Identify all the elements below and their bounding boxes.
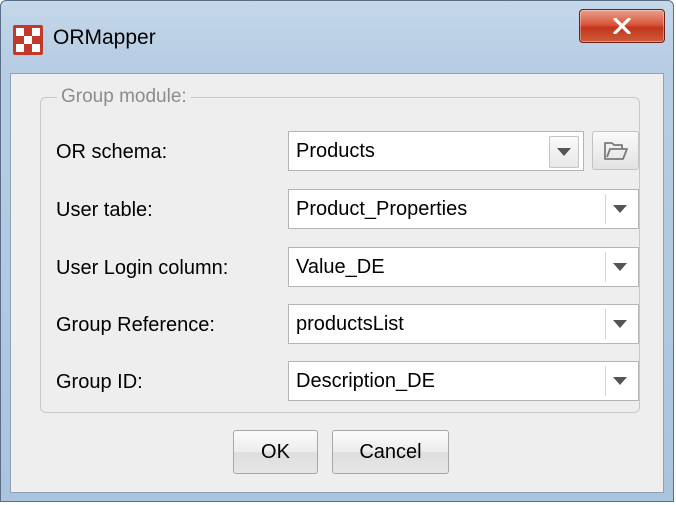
dialog-body: Group module: OR schema: Products User t… bbox=[10, 73, 664, 493]
user-table-value: Product_Properties bbox=[296, 198, 468, 220]
group-id-select[interactable]: Description_DE bbox=[288, 361, 639, 401]
or-schema-value: Products bbox=[296, 140, 375, 162]
or-schema-label: OR schema: bbox=[56, 141, 168, 163]
group-reference-value: productsList bbox=[296, 313, 404, 335]
chevron-down-icon bbox=[557, 148, 571, 156]
group-id-value: Description_DE bbox=[296, 370, 435, 392]
chevron-down-icon bbox=[613, 320, 627, 328]
group-id-label: Group ID: bbox=[56, 371, 143, 393]
window-title: ORMapper bbox=[53, 26, 156, 49]
close-icon bbox=[613, 18, 631, 34]
user-table-label: User table: bbox=[56, 199, 153, 221]
group-legend: Group module: bbox=[57, 86, 191, 108]
ok-button[interactable]: OK bbox=[233, 430, 318, 474]
chevron-down-icon bbox=[613, 377, 627, 385]
group-reference-select[interactable]: productsList bbox=[288, 304, 639, 344]
user-login-column-dropdown-button[interactable] bbox=[605, 252, 634, 282]
user-login-column-label: User Login column: bbox=[56, 257, 229, 279]
app-logo-icon bbox=[13, 25, 43, 55]
group-reference-dropdown-button[interactable] bbox=[605, 309, 634, 339]
user-login-column-select[interactable]: Value_DE bbox=[288, 247, 639, 287]
chevron-down-icon bbox=[613, 205, 627, 213]
user-table-select[interactable]: Product_Properties bbox=[288, 189, 639, 229]
cancel-button[interactable]: Cancel bbox=[332, 430, 449, 474]
browse-schema-button[interactable] bbox=[592, 131, 639, 170]
group-id-dropdown-button[interactable] bbox=[605, 366, 634, 396]
group-reference-label: Group Reference: bbox=[56, 314, 215, 336]
or-schema-select[interactable]: Products bbox=[288, 131, 584, 171]
user-login-column-value: Value_DE bbox=[296, 256, 385, 278]
user-table-dropdown-button[interactable] bbox=[605, 194, 634, 224]
or-schema-dropdown-button[interactable] bbox=[549, 136, 579, 168]
folder-open-icon bbox=[603, 141, 628, 160]
close-button[interactable] bbox=[579, 9, 665, 43]
chevron-down-icon bbox=[613, 263, 627, 271]
title-bar[interactable]: ORMapper bbox=[1, 1, 673, 77]
dialog-window: ORMapper Group module: OR schema: Produc… bbox=[0, 0, 674, 502]
